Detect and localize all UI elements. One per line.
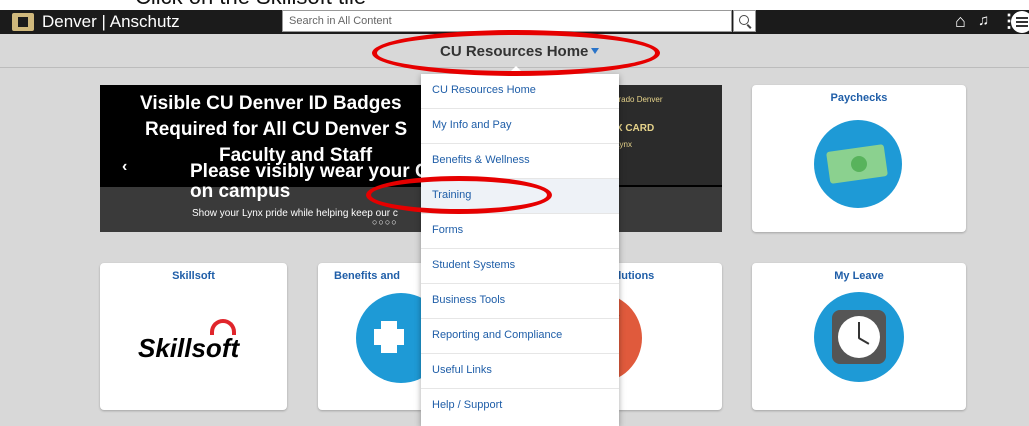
tile-title: Benefits and bbox=[334, 270, 401, 282]
carousel-dots[interactable]: ○○○○ bbox=[372, 217, 398, 227]
menu-item-help-support[interactable]: Help / Support bbox=[421, 389, 619, 424]
chevron-left-icon[interactable]: ‹ bbox=[122, 158, 127, 176]
menu-item-student-systems[interactable]: Student Systems bbox=[421, 249, 619, 284]
page-title[interactable]: CU Resources Home bbox=[440, 43, 588, 60]
cu-logo-icon[interactable] bbox=[12, 13, 34, 31]
menu-item-business-tools[interactable]: Business Tools bbox=[421, 284, 619, 319]
instruction-caption: Click on the Skillsoft tile bbox=[0, 0, 1029, 10]
menu-item-training[interactable]: Training bbox=[421, 179, 619, 214]
banner-line: on campus bbox=[190, 181, 291, 202]
bell-icon[interactable]: ♫ bbox=[978, 11, 989, 31]
menu-item-my-info-and-pay[interactable]: My Info and Pay bbox=[421, 109, 619, 144]
clock-icon bbox=[814, 292, 904, 382]
banner-subtext: Show your Lynx pride while helping keep … bbox=[192, 208, 398, 219]
tile-title: Paychecks bbox=[830, 92, 888, 104]
menu-item-useful-links[interactable]: Useful Links bbox=[421, 354, 619, 389]
home-icon[interactable]: ⌂ bbox=[955, 11, 966, 31]
news-banner[interactable]: Visible CU Denver ID Badges Required for… bbox=[100, 85, 722, 232]
banner-line: Please visibly wear your CU bbox=[190, 161, 443, 182]
page-title-bar: CU Resources Home bbox=[0, 34, 1029, 68]
banner-line: Visible CU Denver ID Badges bbox=[140, 93, 402, 114]
search-icon bbox=[739, 15, 749, 25]
tile-title: My Leave bbox=[834, 270, 884, 282]
tile-title: Skillsoft bbox=[172, 270, 215, 282]
money-icon bbox=[814, 120, 902, 208]
menu-item-reporting-and-compliance[interactable]: Reporting and Compliance bbox=[421, 319, 619, 354]
my-leave-tile[interactable]: My Leave bbox=[752, 263, 966, 410]
brand-name[interactable]: Denver | Anschutz bbox=[42, 12, 180, 32]
search-button[interactable] bbox=[733, 10, 756, 32]
skillsoft-logo: Skillsoft bbox=[138, 333, 240, 363]
solutions-tile[interactable]: s Solutions bbox=[582, 263, 722, 410]
paychecks-tile[interactable]: Paychecks bbox=[752, 85, 966, 232]
navigation-dropdown: CU Resources Home My Info and Pay Benefi… bbox=[421, 66, 619, 426]
banner-line: Required for All CU Denver S bbox=[145, 119, 408, 140]
menu-item-benefits-wellness[interactable]: Benefits & Wellness bbox=[421, 144, 619, 179]
skillsoft-tile[interactable]: Skillsoft Skillsoft bbox=[100, 263, 287, 410]
benefits-tile[interactable]: Benefits and bbox=[318, 263, 446, 410]
instruction-text: Click on the Skillsoft tile bbox=[135, 0, 366, 10]
chevron-down-icon[interactable] bbox=[591, 48, 599, 54]
menu-item-cu-resources-home[interactable]: CU Resources Home bbox=[421, 74, 619, 109]
navbar-icon[interactable] bbox=[1011, 11, 1029, 33]
search-input[interactable]: Search in All Content bbox=[282, 10, 732, 32]
top-header: Denver | Anschutz Search in All Content … bbox=[0, 10, 1029, 34]
menu-item-forms[interactable]: Forms bbox=[421, 214, 619, 249]
headphones-icon bbox=[210, 319, 236, 335]
